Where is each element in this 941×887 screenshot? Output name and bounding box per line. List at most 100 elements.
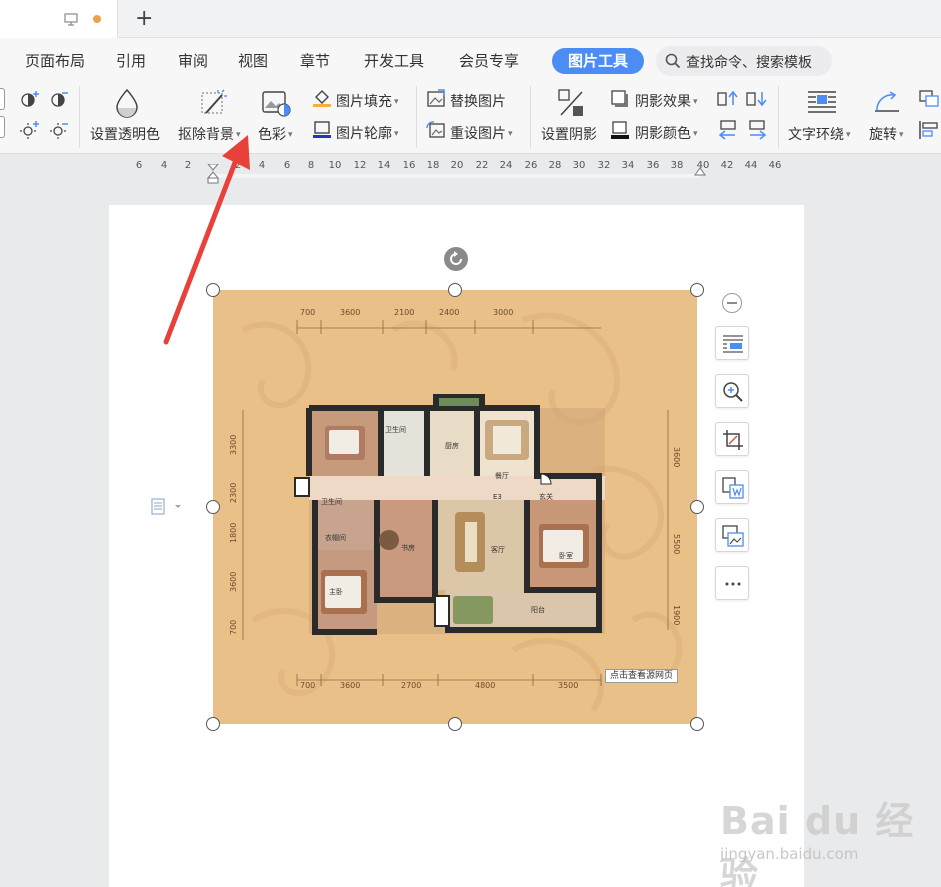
ribbon-separator bbox=[416, 86, 417, 148]
resize-handle-top-right[interactable] bbox=[690, 283, 704, 297]
ruler-tick: 46 bbox=[768, 160, 782, 171]
dim-bottom-4: 4800 bbox=[475, 681, 495, 690]
rotate-icon[interactable] bbox=[872, 89, 902, 115]
ruler-tick: 12 bbox=[353, 160, 367, 171]
monitor-icon bbox=[64, 13, 78, 26]
rotate-label: 旋转 bbox=[869, 127, 897, 143]
rotate-handle[interactable] bbox=[444, 247, 468, 271]
zoom-preview-button[interactable] bbox=[715, 374, 749, 408]
room-label-e3: E3 bbox=[493, 493, 502, 501]
shadow-icon[interactable] bbox=[556, 87, 586, 119]
set-shadow-button[interactable]: 设置阴影 bbox=[541, 124, 597, 144]
picture-outline-button[interactable]: 图片轮廓 ▾ bbox=[336, 123, 399, 143]
group-icon[interactable] bbox=[918, 89, 940, 109]
transparent-color-icon[interactable] bbox=[112, 87, 142, 119]
ruler-tick: 32 bbox=[597, 160, 611, 171]
shadow-nudge-left-icon[interactable] bbox=[717, 120, 739, 140]
tab-picture-tools[interactable]: 图片工具 bbox=[552, 48, 644, 74]
shadow-nudge-up-icon[interactable] bbox=[717, 89, 739, 109]
replace-picture-button[interactable]: 替换图片 bbox=[450, 91, 506, 111]
shadow-effect-button[interactable]: 阴影效果 ▾ bbox=[635, 91, 698, 111]
minus-icon bbox=[727, 302, 737, 304]
picture-outline-label: 图片轮廓 bbox=[336, 126, 392, 142]
resize-handle-left[interactable] bbox=[206, 500, 220, 514]
ruler-tick: 28 bbox=[548, 160, 562, 171]
shadow-nudge-right-icon[interactable] bbox=[746, 120, 768, 140]
decrease-brightness-icon[interactable] bbox=[48, 89, 70, 109]
shadow-effect-icon[interactable] bbox=[610, 89, 630, 109]
menu-chapter[interactable]: 章节 bbox=[300, 50, 330, 71]
picture-edit-button[interactable] bbox=[715, 518, 749, 552]
menu-developer[interactable]: 开发工具 bbox=[364, 50, 424, 71]
dropdown-caret-icon: ▾ bbox=[508, 129, 513, 139]
increase-brightness-icon[interactable] bbox=[19, 89, 41, 109]
resize-handle-bottom[interactable] bbox=[448, 717, 462, 731]
rotate-arrow-icon bbox=[450, 251, 462, 265]
shadow-nudge-down-icon[interactable] bbox=[746, 89, 768, 109]
resize-handle-bottom-left[interactable] bbox=[206, 717, 220, 731]
tab-strip: + bbox=[0, 0, 941, 38]
horizontal-ruler[interactable]: 6 4 2 2 4 6 8 10 12 14 16 18 20 22 24 26… bbox=[0, 154, 941, 184]
image-to-text-icon bbox=[722, 477, 744, 499]
document-tab[interactable] bbox=[0, 0, 118, 38]
remove-background-button[interactable]: 抠除背景 ▾ bbox=[178, 124, 241, 144]
new-tab-button[interactable]: + bbox=[135, 6, 153, 32]
more-icon bbox=[725, 582, 741, 586]
indent-marker-icon[interactable] bbox=[206, 164, 220, 184]
menu-view[interactable]: 视图 bbox=[238, 50, 268, 71]
ruler-tick: 10 bbox=[328, 160, 342, 171]
dim-bottom-2: 3600 bbox=[340, 681, 360, 690]
resize-handle-top[interactable] bbox=[448, 283, 462, 297]
picture-fill-icon[interactable] bbox=[312, 89, 332, 107]
view-source-link[interactable]: 点击查看源网页 bbox=[605, 669, 679, 683]
menu-member[interactable]: 会员专享 bbox=[459, 50, 519, 71]
rotate-button[interactable]: 旋转 ▾ bbox=[869, 124, 904, 144]
decrease-contrast-icon[interactable] bbox=[48, 120, 70, 140]
layout-options-icon[interactable] bbox=[150, 497, 184, 517]
right-indent-marker-icon[interactable] bbox=[694, 166, 706, 176]
ruler-tick: 2 bbox=[184, 160, 192, 171]
resize-handle-right[interactable] bbox=[690, 500, 704, 514]
menu-references[interactable]: 引用 bbox=[116, 50, 146, 71]
reset-picture-button[interactable]: 重设图片 ▾ bbox=[450, 123, 513, 143]
shadow-color-icon[interactable] bbox=[610, 120, 630, 140]
command-search-box[interactable]: 查找命令、搜索模板 bbox=[656, 46, 832, 76]
wrap-options-button[interactable] bbox=[715, 326, 749, 360]
resize-handle-top-left[interactable] bbox=[206, 283, 220, 297]
color-picture-icon[interactable] bbox=[261, 90, 291, 118]
dim-bottom-5: 3500 bbox=[558, 681, 578, 690]
collapse-toolbar-button[interactable] bbox=[722, 293, 742, 313]
ribbon-separator bbox=[530, 86, 531, 148]
menu-review[interactable]: 审阅 bbox=[178, 50, 208, 71]
room-label-cloakroom: 衣帽间 bbox=[325, 533, 346, 542]
ruler-tick: 14 bbox=[377, 160, 391, 171]
dim-top-4: 2400 bbox=[439, 308, 459, 317]
text-wrap-icon[interactable] bbox=[806, 89, 838, 115]
remove-background-icon[interactable] bbox=[198, 87, 228, 119]
increase-contrast-icon[interactable] bbox=[19, 120, 41, 140]
resize-handle-bottom-right[interactable] bbox=[690, 717, 704, 731]
ruler-tick: 16 bbox=[402, 160, 416, 171]
crop-button[interactable] bbox=[715, 422, 749, 456]
more-options-button[interactable] bbox=[715, 566, 749, 600]
floor-plan-drawing: 700 3600 2100 2400 3000 700 3600 2700 48… bbox=[229, 308, 683, 712]
picture-to-text-button[interactable] bbox=[715, 470, 749, 504]
align-icon[interactable] bbox=[918, 120, 940, 140]
picture-fill-label: 图片填充 bbox=[336, 94, 392, 110]
ruler-tick: 6 bbox=[283, 160, 291, 171]
text-wrap-button[interactable]: 文字环绕 ▾ bbox=[788, 124, 851, 144]
dropdown-caret-icon: ▾ bbox=[236, 130, 241, 140]
reset-picture-icon[interactable] bbox=[426, 120, 446, 140]
color-label: 色彩 bbox=[258, 127, 286, 143]
ruler-tick: 44 bbox=[744, 160, 758, 171]
ruler-tick: 4 bbox=[258, 160, 266, 171]
set-transparent-color-button[interactable]: 设置透明色 bbox=[90, 124, 160, 144]
color-button[interactable]: 色彩 ▾ bbox=[258, 124, 293, 144]
shadow-color-button[interactable]: 阴影颜色 ▾ bbox=[635, 123, 698, 143]
picture-outline-icon[interactable] bbox=[312, 120, 332, 138]
floor-plan-image[interactable]: 700 3600 2100 2400 3000 700 3600 2700 48… bbox=[213, 290, 697, 724]
ribbon-separator bbox=[778, 86, 779, 148]
menu-page-layout[interactable]: 页面布局 bbox=[25, 50, 85, 71]
picture-fill-button[interactable]: 图片填充 ▾ bbox=[336, 91, 399, 111]
replace-picture-icon[interactable] bbox=[426, 89, 446, 109]
